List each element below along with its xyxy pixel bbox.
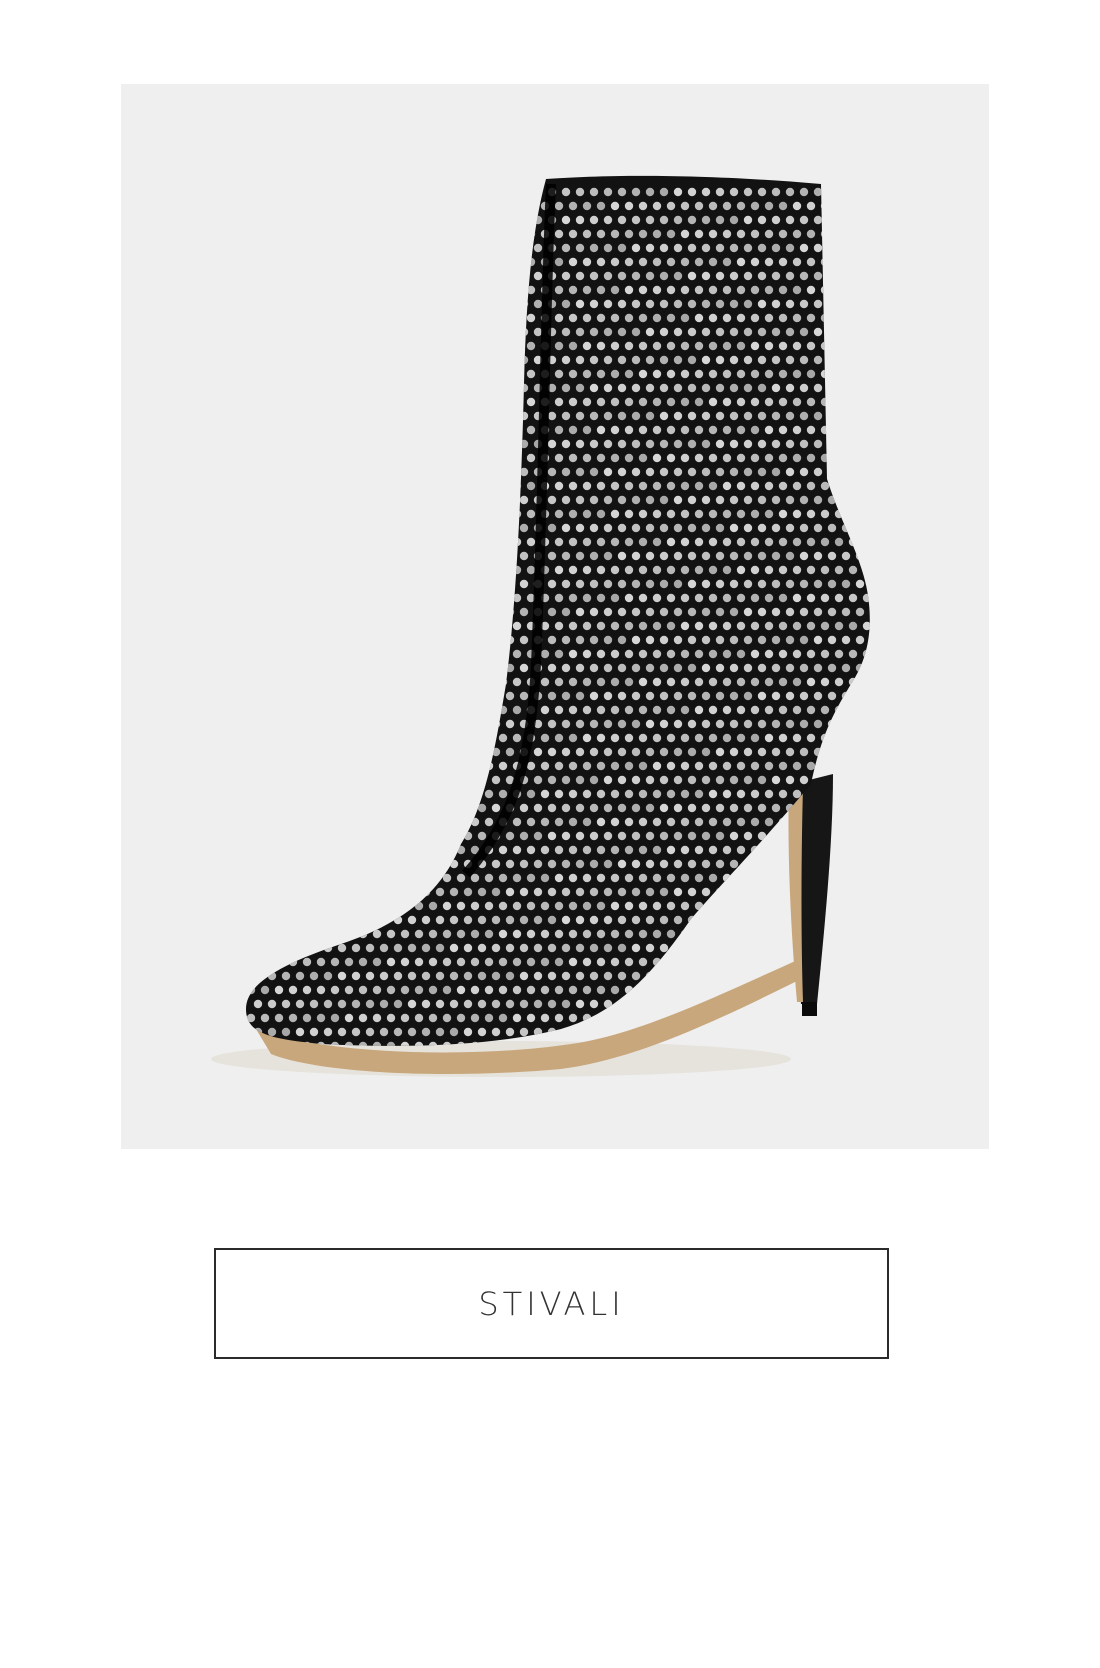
category-label: STIVALI [478,1284,625,1323]
product-image[interactable] [121,84,989,1149]
heel-tip [802,1002,817,1016]
category-button[interactable]: STIVALI [214,1248,889,1359]
product-card: STIVALI [0,0,1100,1668]
boot-illustration [211,175,870,1077]
